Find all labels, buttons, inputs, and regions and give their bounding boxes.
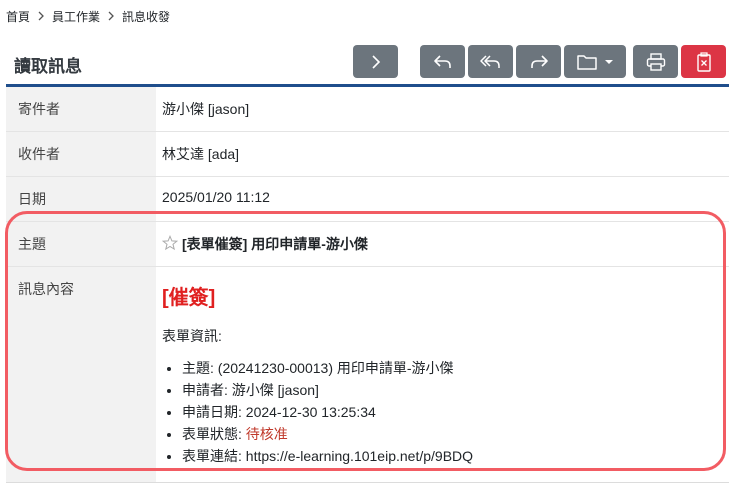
- sender-label: 寄件者: [6, 87, 156, 132]
- info-status-value: 待核准: [245, 426, 288, 442]
- print-icon: [646, 52, 666, 71]
- breadcrumb-messages: 訊息收發: [122, 10, 171, 24]
- reply-all-button[interactable]: [468, 45, 513, 78]
- breadcrumb-chevron-icon: [107, 10, 115, 24]
- subject: [表單催簽] 用印申請單-游小傑: [161, 234, 723, 254]
- info-subject: 主題: (20241230-00013) 用印申請單-游小傑: [182, 360, 454, 376]
- urgent-tag: [催簽]: [162, 287, 216, 309]
- star-icon[interactable]: [161, 234, 179, 254]
- subject-value: [表單催簽] 用印申請單-游小傑: [182, 236, 368, 252]
- info-applicant: 申請者: 游小傑 [jason]: [182, 382, 319, 398]
- caret-down-icon: [604, 59, 614, 65]
- message-detail-table: 寄件者 游小傑 [jason] 收件者 林艾達 [ada] 日期 2025/01…: [6, 87, 729, 483]
- sender-value: 游小傑 [jason]: [156, 87, 729, 132]
- delete-icon: [696, 51, 712, 72]
- breadcrumb-home[interactable]: 首頁: [6, 8, 30, 25]
- table-row: 訊息內容 [催簽] 表單資訊: 主題: (20241230-00013) 用印申…: [6, 266, 729, 483]
- info-link[interactable]: 表單連結: https://e-learning.101eip.net/p/9B…: [182, 448, 473, 464]
- list-item: 表單連結: https://e-learning.101eip.net/p/9B…: [182, 448, 723, 465]
- list-item: 申請者: 游小傑 [jason]: [182, 382, 723, 399]
- list-item: 申請日期: 2024-12-30 13:25:34: [182, 404, 723, 421]
- breadcrumb: 首頁 員工作業 訊息收發: [6, 8, 170, 25]
- forward-button[interactable]: [516, 45, 561, 78]
- page-header: 讀取訊息: [6, 44, 729, 84]
- breadcrumb-employee-ops[interactable]: 員工作業: [52, 8, 100, 25]
- table-row: 收件者 林艾達 [ada]: [6, 131, 729, 177]
- list-item: 表單狀態: 待核准: [182, 426, 723, 443]
- forward-icon: [529, 53, 549, 71]
- form-info-list: 主題: (20241230-00013) 用印申請單-游小傑 申請者: 游小傑 …: [162, 360, 723, 465]
- content-cell: [催簽] 表單資訊: 主題: (20241230-00013) 用印申請單-游小…: [156, 266, 729, 483]
- info-apply-date: 申請日期: 2024-12-30 13:25:34: [182, 404, 376, 420]
- subject-cell: [表單催簽] 用印申請單-游小傑: [156, 221, 729, 267]
- breadcrumb-chevron-icon: [37, 10, 45, 24]
- page-title: 讀取訊息: [14, 57, 82, 76]
- info-status-label: 表單狀態:: [182, 426, 246, 442]
- delete-button[interactable]: [681, 45, 726, 78]
- move-folder-dropdown-button[interactable]: [564, 45, 626, 78]
- table-row: 主題 [表單催簽] 用印申請單-游小傑: [6, 221, 729, 267]
- chevron-right-icon: [368, 54, 384, 70]
- date-value: 2025/01/20 11:12: [156, 176, 729, 222]
- recipient-label: 收件者: [6, 131, 156, 177]
- next-message-button[interactable]: [353, 45, 398, 78]
- table-row: 日期 2025/01/20 11:12: [6, 176, 729, 222]
- table-row: 寄件者 游小傑 [jason]: [6, 87, 729, 132]
- content-label: 訊息內容: [6, 266, 156, 483]
- reply-button[interactable]: [420, 45, 465, 78]
- date-label: 日期: [6, 176, 156, 222]
- print-button[interactable]: [633, 45, 678, 78]
- reply-all-icon: [479, 53, 502, 71]
- info-heading: 表單資訊:: [162, 328, 222, 344]
- folder-icon: [576, 53, 598, 71]
- reply-icon: [433, 53, 453, 71]
- subject-label: 主題: [6, 221, 156, 267]
- recipient-value: 林艾達 [ada]: [156, 131, 729, 177]
- list-item: 主題: (20241230-00013) 用印申請單-游小傑: [182, 360, 723, 377]
